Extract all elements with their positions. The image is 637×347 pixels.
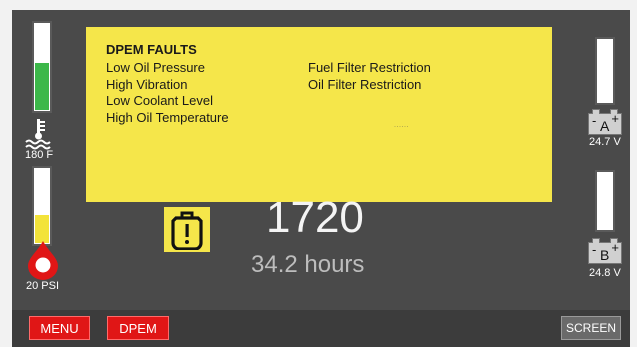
oil-pressure-fill	[35, 214, 49, 243]
menu-button[interactable]: MENU	[29, 316, 90, 340]
fault-item: Fuel Filter Restriction	[308, 60, 431, 75]
bottom-bar	[12, 310, 630, 347]
battery-b-voltage: 24.8 V	[589, 267, 621, 279]
oil-pressure-gauge	[32, 166, 52, 246]
engine-warning-icon	[171, 211, 203, 250]
oil-drop-icon	[25, 240, 61, 280]
battery-a-icon: - + A	[588, 109, 622, 135]
battery-b-icon: - + B	[588, 238, 622, 264]
engine-rpm: 1720	[266, 193, 364, 242]
battery-b-gauge	[595, 170, 615, 232]
dpem-button[interactable]: DPEM	[107, 316, 169, 340]
oil-pressure-value: 20 PSI	[26, 280, 60, 292]
coolant-temp-fill	[35, 62, 49, 110]
coolant-temperature-icon	[24, 118, 52, 150]
battery-b-letter: B	[600, 247, 610, 263]
screen-button[interactable]: SCREEN	[561, 316, 621, 340]
fault-list-left: Low Oil Pressure High Vibration Low Cool…	[106, 60, 229, 126]
engine-hours: 34.2 hours	[251, 251, 365, 278]
coolant-temp-gauge	[32, 21, 52, 113]
fault-item: Low Coolant Level	[106, 93, 213, 108]
battery-a-voltage: 24.7 V	[589, 136, 621, 148]
fault-item: Oil Filter Restriction	[308, 76, 422, 92]
fault-panel-title: DPEM FAULTS	[106, 42, 197, 57]
engine-warning-icon-box	[164, 207, 210, 252]
battery-a-gauge	[595, 37, 615, 105]
fault-item: Low Oil Pressure	[106, 60, 205, 75]
coolant-temp-value: 180 F	[25, 149, 54, 161]
fault-item: High Vibration	[106, 76, 188, 92]
dpem-faults-panel: DPEM FAULTS Low Oil Pressure High Vibrat…	[86, 27, 552, 202]
battery-a-letter: A	[600, 118, 610, 134]
faint-text: ······	[394, 124, 409, 130]
fault-item: High Oil Temperature	[106, 109, 229, 125]
fault-list-right: Fuel Filter Restriction Oil Filter Restr…	[308, 60, 431, 93]
